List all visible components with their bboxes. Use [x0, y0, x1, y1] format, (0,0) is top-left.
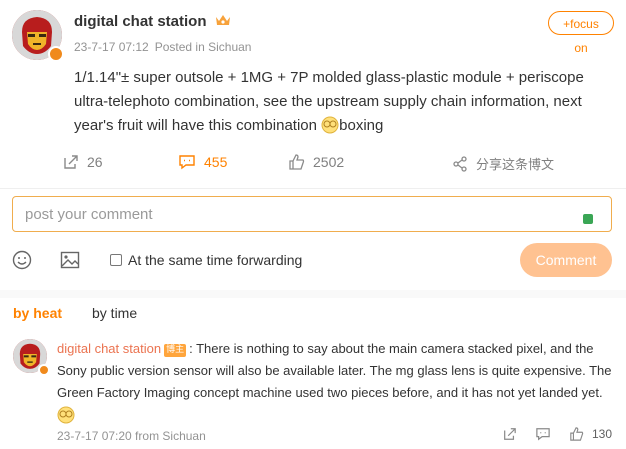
- share-icon: [453, 155, 467, 172]
- comment-toggle-button[interactable]: 455: [178, 154, 227, 170]
- crown-icon: [215, 15, 230, 25]
- post-text-tail: boxing: [339, 117, 384, 134]
- share-button[interactable]: 分享这条博文: [452, 154, 554, 173]
- boxing-emoji-icon: [57, 406, 75, 424]
- forward-icon: [504, 428, 516, 440]
- comment-username[interactable]: digital chat station: [57, 341, 161, 356]
- post-username-text[interactable]: digital chat station: [74, 13, 207, 30]
- author-badge: 博主: [164, 344, 187, 357]
- thumbs-up-icon: [289, 154, 305, 170]
- image-icon: [60, 251, 80, 269]
- forward-option[interactable]: At the same time forwarding: [110, 252, 302, 268]
- commenter-avatar[interactable]: [13, 339, 50, 376]
- emoji-picker-button[interactable]: [12, 250, 32, 275]
- comment-body: digital chat station 博主: There is nothing…: [57, 338, 612, 426]
- extension-indicator-icon: [583, 214, 593, 224]
- like-count: 2502: [313, 154, 345, 170]
- comment-forward-button[interactable]: [502, 427, 517, 441]
- verified-badge-icon: [38, 364, 50, 376]
- comment-composer: [12, 196, 612, 232]
- forward-checkbox[interactable]: [110, 254, 122, 266]
- forward-button[interactable]: 26: [62, 154, 103, 170]
- comment-icon: [179, 155, 195, 170]
- section-separator: [0, 290, 626, 298]
- share-label: 分享这条博文: [476, 158, 555, 173]
- thumbs-up-icon: [570, 427, 584, 441]
- comment-action-bar: 130: [484, 427, 612, 441]
- boxing-emoji-icon: [321, 116, 339, 134]
- divider: [0, 188, 626, 189]
- smiley-icon: [12, 250, 32, 270]
- post-location: Posted in Sichuan: [154, 40, 252, 54]
- image-upload-button[interactable]: [60, 250, 80, 275]
- comment-count: 455: [204, 154, 228, 170]
- tab-sort-by-heat[interactable]: by heat: [13, 305, 62, 321]
- post-body: 1/1.14"± super outsole + 1MG + 7P molded…: [74, 66, 604, 138]
- comment-submit-button[interactable]: Comment: [520, 243, 612, 277]
- author-avatar[interactable]: [12, 10, 64, 62]
- comment-meta: 23-7-17 07:20 from Sichuan: [57, 429, 206, 443]
- tab-sort-by-time[interactable]: by time: [92, 305, 137, 321]
- post-meta: 23-7-17 07:12 Posted in Sichuan: [74, 40, 257, 54]
- comment-like-count: 130: [591, 427, 612, 441]
- forward-option-label: At the same time forwarding: [128, 252, 303, 268]
- comment-icon: [536, 428, 550, 441]
- like-button[interactable]: 2502: [288, 154, 344, 170]
- forward-icon: [64, 155, 78, 169]
- post-username[interactable]: digital chat station: [74, 13, 231, 30]
- verified-badge-icon: [48, 46, 64, 62]
- comment-reply-button[interactable]: [535, 427, 551, 441]
- comment-input[interactable]: [13, 197, 577, 231]
- comment-like-button[interactable]: 130: [569, 427, 612, 441]
- forward-count: 26: [87, 154, 103, 170]
- post-action-bar: 26 455 2502 分享这条博文: [0, 154, 626, 176]
- follow-button[interactable]: +focus on: [548, 11, 614, 55]
- post-timestamp[interactable]: 23-7-17 07:12: [74, 40, 149, 54]
